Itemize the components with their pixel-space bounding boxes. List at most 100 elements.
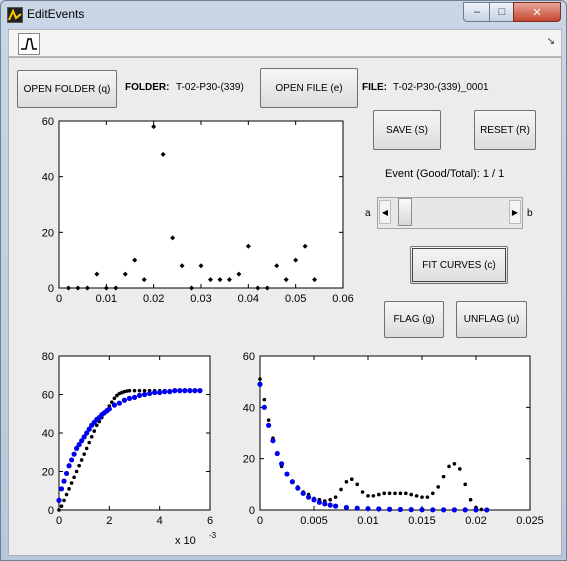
data-point	[126, 395, 133, 401]
data-point	[116, 400, 122, 406]
window-title: EditEvents	[27, 7, 85, 21]
data-point	[414, 494, 419, 498]
data-point	[141, 391, 148, 398]
data-point	[137, 388, 142, 393]
data-point	[300, 490, 306, 496]
data-point	[295, 485, 301, 491]
data-point	[365, 506, 371, 512]
y-tick-label: 0	[48, 505, 54, 517]
data-point	[479, 507, 484, 512]
data-point	[182, 388, 188, 394]
data-point	[84, 446, 89, 451]
data-point	[187, 388, 193, 394]
data-point	[59, 504, 64, 508]
data-point	[343, 504, 349, 511]
x-tick-label: 0.06	[332, 293, 353, 305]
data-point	[377, 492, 381, 497]
x-exponent-label: -3	[209, 531, 217, 540]
data-point	[112, 396, 117, 401]
x-tick-label: 0.05	[285, 293, 306, 305]
data-point	[61, 478, 67, 484]
data-point	[131, 394, 138, 400]
data-point	[484, 507, 490, 513]
data-point	[408, 507, 414, 513]
data-point	[57, 508, 61, 512]
data-point	[419, 507, 425, 513]
data-point	[376, 506, 382, 512]
data-point	[270, 438, 276, 444]
data-point	[69, 481, 74, 485]
toolbar-dock-arrow[interactable]: ↘	[547, 36, 555, 47]
y-tick-label: 20	[42, 227, 54, 239]
data-point	[127, 388, 132, 393]
x-tick-label: 6	[207, 515, 213, 527]
data-point	[333, 503, 339, 509]
data-point	[350, 477, 354, 482]
y-tick-label: 40	[42, 172, 54, 184]
data-point	[121, 397, 128, 403]
data-point	[197, 388, 203, 394]
data-point	[468, 497, 473, 502]
data-point	[266, 418, 271, 422]
y-tick-label: 40	[42, 428, 54, 440]
x-tick-label: 4	[157, 515, 163, 527]
plot-tool-button[interactable]	[18, 33, 40, 55]
data-point	[64, 492, 69, 497]
data-point	[136, 392, 143, 399]
maximize-button[interactable]: □	[489, 2, 515, 22]
data-point	[261, 404, 267, 410]
toolbar: ↘	[8, 29, 562, 57]
data-point	[111, 402, 117, 408]
data-point	[279, 461, 285, 467]
data-point	[192, 388, 198, 394]
waveform-icon	[21, 38, 37, 50]
close-button[interactable]: ✕	[513, 2, 561, 22]
data-point	[157, 389, 163, 396]
data-point	[72, 475, 76, 480]
data-point	[354, 505, 360, 511]
data-point	[327, 502, 333, 508]
data-point	[289, 479, 295, 485]
data-point	[106, 406, 112, 412]
figure-area: OPEN FOLDER (q) FOLDER: T-02-P30-(339) O…	[8, 57, 562, 556]
x-multiplier-label: x 10	[175, 535, 196, 547]
data-point	[316, 499, 322, 505]
data-point	[92, 429, 97, 433]
data-point	[262, 397, 267, 402]
data-point	[371, 494, 376, 498]
minimize-button[interactable]: –	[463, 2, 491, 22]
data-point	[397, 506, 403, 513]
title-bar[interactable]: EditEvents – □ ✕	[1, 1, 566, 27]
charts-canvas: 0 0.01 0.02 0.03 0.04 0.05 0.0602040600 2 4 60204…	[42, 116, 544, 547]
data-point	[451, 507, 457, 513]
data-point	[393, 491, 397, 496]
data-point	[333, 495, 338, 499]
data-point	[387, 506, 393, 512]
data-point	[344, 479, 349, 484]
y-tick-label: 60	[42, 390, 54, 402]
data-point	[447, 464, 451, 469]
data-point	[274, 450, 280, 457]
x-tick-label: 0	[56, 515, 62, 527]
y-tick-label: 0	[249, 505, 255, 517]
data-point	[147, 390, 153, 397]
data-point	[452, 462, 457, 466]
data-point	[67, 487, 71, 491]
data-point	[398, 491, 403, 496]
data-point	[68, 457, 75, 463]
data-point	[436, 485, 441, 489]
data-point	[473, 507, 479, 513]
data-point	[409, 492, 414, 497]
data-point	[328, 497, 333, 502]
y-tick-label: 80	[42, 351, 54, 363]
data-point	[71, 451, 77, 457]
y-tick-label: 20	[42, 467, 54, 479]
data-point	[462, 507, 468, 513]
x-tick-label: 0.04	[238, 293, 259, 305]
chart-1: 0 0.01 0.02 0.03 0.04 0.05 0.06 0 20 40 60	[42, 116, 354, 305]
data-point	[79, 458, 84, 462]
data-point	[366, 494, 370, 498]
x-tick-label: 0.025	[516, 515, 544, 527]
data-point	[430, 507, 436, 513]
data-point	[56, 497, 62, 503]
